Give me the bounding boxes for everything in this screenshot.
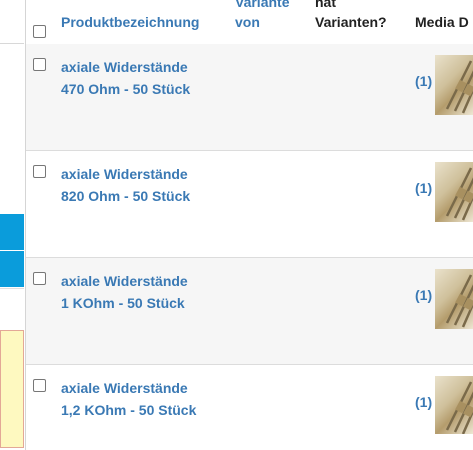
resistor-image-icon	[445, 167, 473, 221]
sidebar-item-active[interactable]	[0, 214, 24, 250]
product-name-link[interactable]: axiale Widerstände 470 Ohm - 50 Stück	[61, 56, 190, 100]
product-thumbnail[interactable]	[435, 269, 473, 329]
media-count-link[interactable]: (1)	[415, 180, 432, 196]
table-row: axiale Widerstände 820 Ohm - 50 Stück (1…	[26, 151, 473, 258]
column-header-has-variants: hat Varianten?	[315, 0, 387, 30]
column-header-product-name[interactable]: Produktbezeichnung	[61, 12, 199, 32]
table-row: axiale Widerstände 1,2 KOhm - 50 Stück (…	[26, 365, 473, 450]
resistor-image-icon	[445, 381, 473, 434]
product-name-link[interactable]: axiale Widerstände 820 Ohm - 50 Stück	[61, 163, 190, 207]
table-row: axiale Widerstände 470 Ohm - 50 Stück (1…	[26, 44, 473, 151]
media-count-link[interactable]: (1)	[415, 287, 432, 303]
column-header-media: Media D	[415, 14, 469, 30]
sidebar-divider	[0, 288, 24, 289]
resistor-image-icon	[445, 274, 473, 328]
table-header: Produktbezeichnung Variante von hat Vari…	[26, 0, 473, 45]
sidebar-item-active[interactable]	[0, 251, 24, 287]
product-name-link[interactable]: axiale Widerstände 1,2 KOhm - 50 Stück	[61, 377, 196, 421]
product-thumbnail[interactable]	[435, 376, 473, 434]
media-count-link[interactable]: (1)	[415, 73, 432, 89]
table-row: axiale Widerstände 1 KOhm - 50 Stück (1)	[26, 258, 473, 365]
row-checkbox[interactable]	[33, 58, 46, 71]
sidebar-fragment	[0, 0, 25, 450]
sidebar-highlight-box	[0, 330, 24, 448]
media-count-link[interactable]: (1)	[415, 394, 432, 410]
column-header-variant-of[interactable]: Variante von	[235, 0, 289, 32]
row-checkbox[interactable]	[33, 272, 46, 285]
product-name-link[interactable]: axiale Widerstände 1 KOhm - 50 Stück	[61, 270, 188, 314]
resistor-image-icon	[445, 60, 473, 114]
sidebar-divider	[0, 43, 24, 44]
product-thumbnail[interactable]	[435, 55, 473, 115]
select-all-checkbox[interactable]	[33, 25, 46, 38]
row-checkbox[interactable]	[33, 379, 46, 392]
product-thumbnail[interactable]	[435, 162, 473, 222]
row-checkbox[interactable]	[33, 165, 46, 178]
